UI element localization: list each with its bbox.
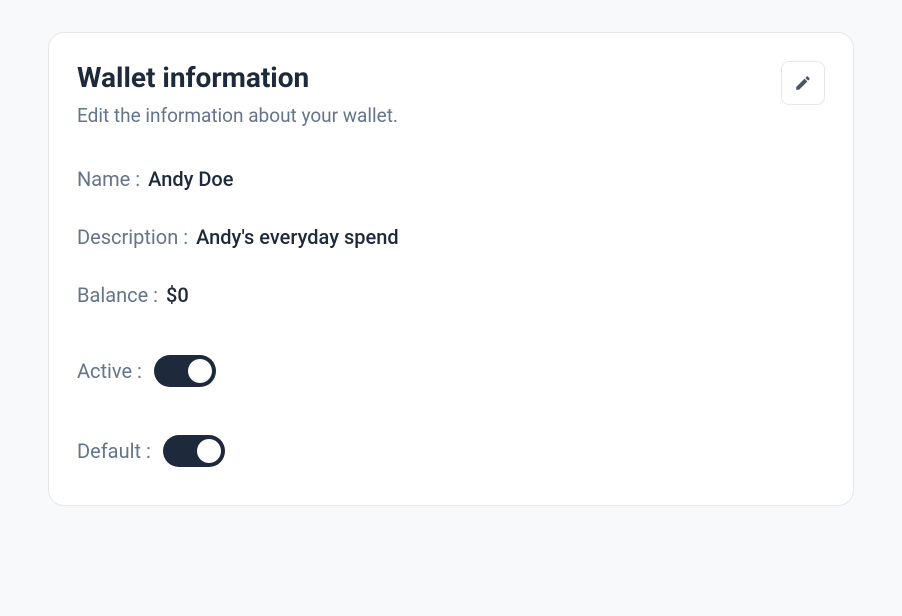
active-toggle[interactable] [154,355,216,387]
header-text: Wallet information Edit the information … [77,61,781,127]
default-toggle[interactable] [163,435,225,467]
field-active: Active : [77,355,825,387]
field-active-label: Active : [77,359,142,383]
field-name: Name : Andy Doe [77,167,825,191]
field-name-value: Andy Doe [148,167,233,191]
field-description: Description : Andy's everyday spend [77,225,825,249]
field-balance-label: Balance : [77,283,158,307]
pencil-icon [794,74,812,92]
toggle-knob [188,359,212,383]
card-title: Wallet information [77,61,781,94]
card-header: Wallet information Edit the information … [77,61,825,127]
field-name-label: Name : [77,167,140,191]
field-balance-value: $0 [166,283,189,307]
card-subtitle: Edit the information about your wallet. [77,104,781,127]
wallet-info-card: Wallet information Edit the information … [48,32,854,506]
toggle-knob [197,439,221,463]
field-description-value: Andy's everyday spend [196,225,399,249]
edit-button[interactable] [781,61,825,105]
field-balance: Balance : $0 [77,283,825,307]
field-description-label: Description : [77,225,188,249]
field-default: Default : [77,435,825,467]
field-default-label: Default : [77,439,151,463]
